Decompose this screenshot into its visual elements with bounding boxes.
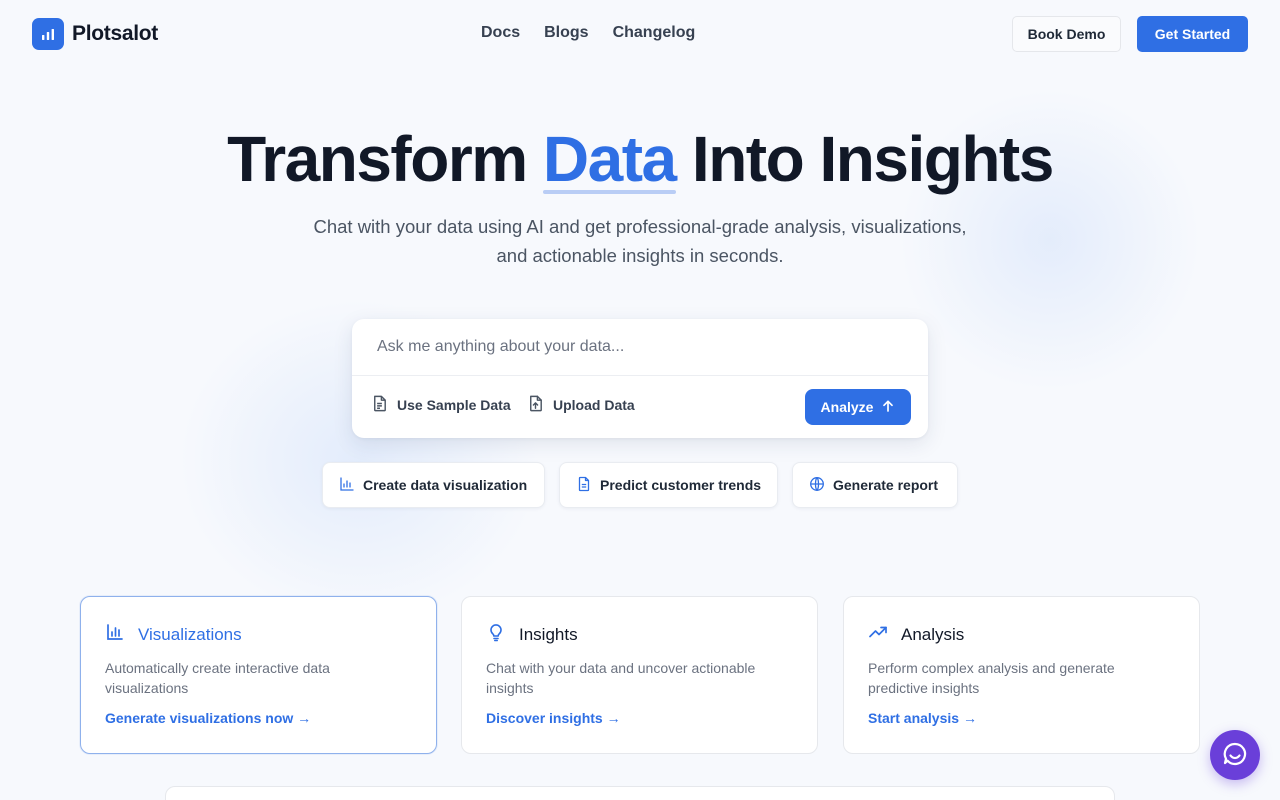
card-header: Analysis [868,622,964,647]
suggestion-generate-report[interactable]: Generate report [792,462,958,508]
main-nav: Docs Blogs Changelog [481,24,695,42]
hero-title: Transform Data Into Insights [0,122,1280,196]
card-title: Analysis [901,624,965,644]
bar-chart-icon [339,476,355,495]
document-icon [370,394,389,416]
hero-subtitle: Chat with your data using AI and get pro… [290,212,990,270]
site-header: Plotsalot Docs Blogs Changelog Book Demo… [0,0,1280,68]
lightbulb-icon [486,622,506,647]
brand-logo[interactable]: Plotsalot [32,18,158,50]
feature-card-insights[interactable]: Insights Chat with your data and uncover… [461,596,818,754]
nav-changelog[interactable]: Changelog [613,24,696,42]
card-description: Chat with your data and uncover actionab… [486,660,756,696]
bottom-panel [165,786,1115,800]
feature-card-visualizations[interactable]: Visualizations Automatically create inte… [80,596,437,754]
start-analysis-link[interactable]: Start analysis → [868,710,977,726]
discover-insights-link[interactable]: Discover insights → [486,710,621,726]
brand-name: Plotsalot [72,22,158,45]
card-description: Automatically create interactive data vi… [105,660,330,696]
generate-visualizations-link[interactable]: Generate visualizations now → [105,710,311,726]
card-header: Insights [486,622,578,647]
book-demo-button[interactable]: Book Demo [1012,16,1121,52]
card-link-label: Start analysis [868,710,960,726]
card-title: Insights [519,624,578,644]
analyze-label: Analyze [820,399,874,415]
hero-title-before: Transform [227,123,528,195]
support-chat-button[interactable] [1210,730,1260,780]
use-sample-data-label: Use Sample Data [397,397,511,413]
arrow-right-icon: → [297,710,312,726]
hero-subtitle-line1: Chat with your data using AI and get pro… [313,216,967,237]
trending-up-icon [868,622,888,647]
suggestion-create-visualization[interactable]: Create data visualization [322,462,545,508]
nav-blogs[interactable]: Blogs [544,24,588,42]
card-title: Visualizations [138,624,242,644]
suggestion-label: Generate report [833,477,939,493]
suggestion-predict-trends[interactable]: Predict customer trends [559,462,778,508]
hero-subtitle-line2: and actionable insights in seconds. [496,245,784,266]
hero-title-after: Into Insights [691,123,1054,195]
feature-card-analysis[interactable]: Analysis Perform complex analysis and ge… [843,596,1200,754]
nav-docs[interactable]: Docs [481,24,520,42]
get-started-button[interactable]: Get Started [1137,16,1248,52]
globe-icon [809,476,825,495]
arrow-up-icon [881,399,895,416]
ask-input[interactable] [352,319,928,376]
card-header: Visualizations [105,622,242,647]
document-icon [576,476,592,495]
file-upload-icon [526,394,545,416]
card-description: Perform complex analysis and generate pr… [868,660,1115,696]
upload-data-button[interactable]: Upload Data [526,394,635,416]
bar-chart-icon [105,622,125,647]
arrow-right-icon: → [606,710,621,726]
suggestion-label: Create data visualization [363,477,528,493]
card-link-label: Discover insights [486,710,603,726]
analyze-button[interactable]: Analyze [805,389,911,425]
chat-support-icon [1221,740,1249,771]
logo-chart-icon [32,18,64,50]
use-sample-data-button[interactable]: Use Sample Data [370,394,511,416]
hero-title-accent: Data [542,123,677,195]
arrow-right-icon: → [962,710,977,726]
card-link-label: Generate visualizations now [105,710,294,726]
suggestion-label: Predict customer trends [600,477,762,493]
upload-data-label: Upload Data [553,397,635,413]
